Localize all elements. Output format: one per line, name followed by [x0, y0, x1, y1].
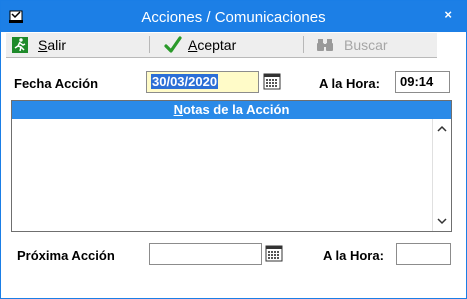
aceptar-button[interactable]: Aceptar	[164, 35, 236, 55]
exit-icon	[12, 37, 28, 53]
notas-scrollbar[interactable]	[432, 119, 451, 231]
title-bar[interactable]: Acciones / Comunicaciones ×	[1, 1, 466, 32]
toolbar-separator	[149, 36, 150, 53]
notas-header: Notas de la Acción	[12, 101, 451, 119]
fecha-accion-field[interactable]: 30/03/2020	[146, 71, 259, 93]
calendar-icon[interactable]	[265, 244, 283, 262]
notas-header-accel: N	[173, 102, 183, 117]
scroll-down-icon[interactable]	[436, 217, 448, 227]
buscar-label: Buscar	[344, 37, 388, 53]
buscar-button[interactable]: Buscar	[316, 35, 388, 55]
window-title: Acciones / Comunicaciones	[141, 9, 326, 26]
toolbar: Salir Aceptar Buscar	[6, 32, 437, 58]
fecha-accion-label: Fecha Acción	[14, 76, 99, 91]
hora2-label: A la Hora:	[323, 248, 384, 263]
binoculars-icon	[317, 39, 333, 51]
close-icon: ×	[444, 7, 452, 22]
calendar-icon[interactable]	[263, 72, 281, 90]
hora2-field[interactable]	[396, 243, 451, 265]
dialog-window: Acciones / Comunicaciones × Salir Acepta…	[0, 0, 467, 299]
checkmark-icon	[164, 36, 182, 53]
proxima-accion-label: Próxima Acción	[17, 248, 115, 263]
aceptar-label: ceptar	[197, 37, 237, 53]
scroll-up-icon[interactable]	[436, 125, 448, 135]
salir-button[interactable]: Salir	[12, 35, 66, 55]
fecha-accion-value: 30/03/2020	[151, 74, 219, 89]
hora-label: A la Hora:	[319, 76, 380, 91]
close-button[interactable]: ×	[444, 7, 452, 22]
notas-panel: Notas de la Acción	[11, 100, 452, 232]
salir-label: alir	[47, 37, 67, 53]
aceptar-accel: A	[188, 37, 198, 53]
toolbar-separator	[303, 36, 304, 53]
hora-field[interactable]: 09:14	[395, 71, 450, 93]
notas-header-label: otas de la Acción	[182, 102, 290, 117]
salir-accel: S	[38, 37, 48, 53]
notas-textarea[interactable]	[12, 119, 433, 231]
proxima-accion-field[interactable]	[149, 243, 262, 265]
